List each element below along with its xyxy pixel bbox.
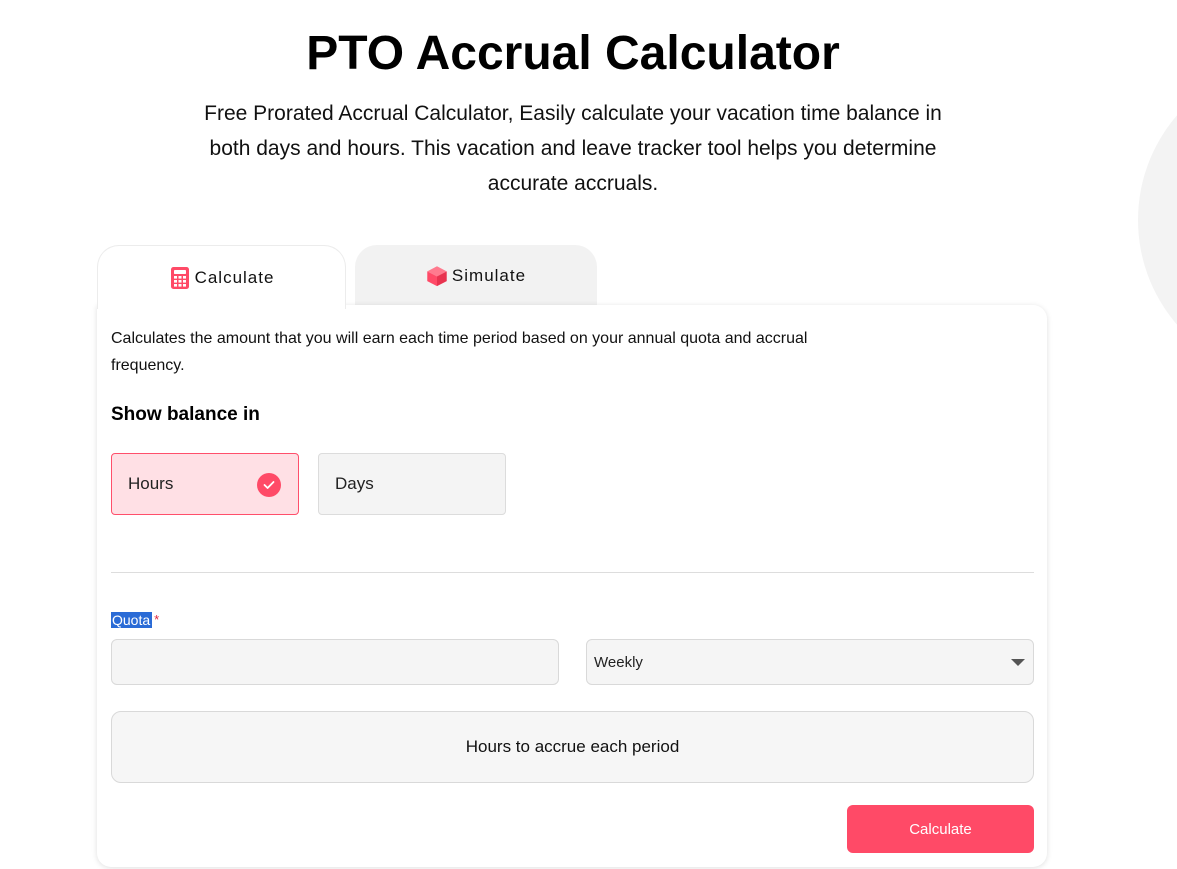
- cube-icon: [426, 264, 448, 288]
- tab-simulate-label: Simulate: [451, 266, 527, 285]
- page-subtitle: Free Prorated Accrual Calculator, Easily…: [204, 102, 942, 195]
- result-box: Hours to accrue each period: [111, 711, 1034, 783]
- required-mark: *: [154, 612, 160, 627]
- tab-simulate[interactable]: Simulate: [355, 245, 597, 307]
- quota-input[interactable]: [111, 639, 559, 685]
- page-title: PTO Accrual Calculator: [306, 27, 840, 80]
- calculator-icon: [169, 266, 191, 290]
- option-hours[interactable]: Hours: [111, 453, 299, 515]
- check-icon: [257, 473, 281, 497]
- calculator-description: Calculates the amount that you will earn…: [111, 330, 808, 374]
- result-text: Hours to accrue each period: [465, 737, 680, 756]
- option-hours-label: Hours: [128, 474, 174, 493]
- background-decoration: [1138, 60, 1177, 380]
- frequency-selected-value: Weekly: [594, 653, 643, 671]
- caret-down-icon: [1011, 659, 1025, 666]
- quota-label-text: Quota: [111, 612, 153, 628]
- tab-calculate-label: Calculate: [194, 267, 275, 287]
- page: PTO Accrual Calculator Free Prorated Acc…: [0, 0, 1177, 869]
- divider: [111, 572, 1034, 573]
- balance-heading: Show balance in: [111, 404, 260, 425]
- frequency-select[interactable]: Weekly: [586, 639, 1034, 685]
- calculate-button[interactable]: Calculate: [847, 805, 1034, 853]
- option-days-label: Days: [335, 474, 374, 493]
- quota-label: Quota *: [111, 610, 159, 630]
- option-days[interactable]: Days: [318, 453, 506, 515]
- calculator-card: Calculates the amount that you will earn…: [97, 305, 1047, 867]
- tab-calculate[interactable]: Calculate: [97, 245, 346, 309]
